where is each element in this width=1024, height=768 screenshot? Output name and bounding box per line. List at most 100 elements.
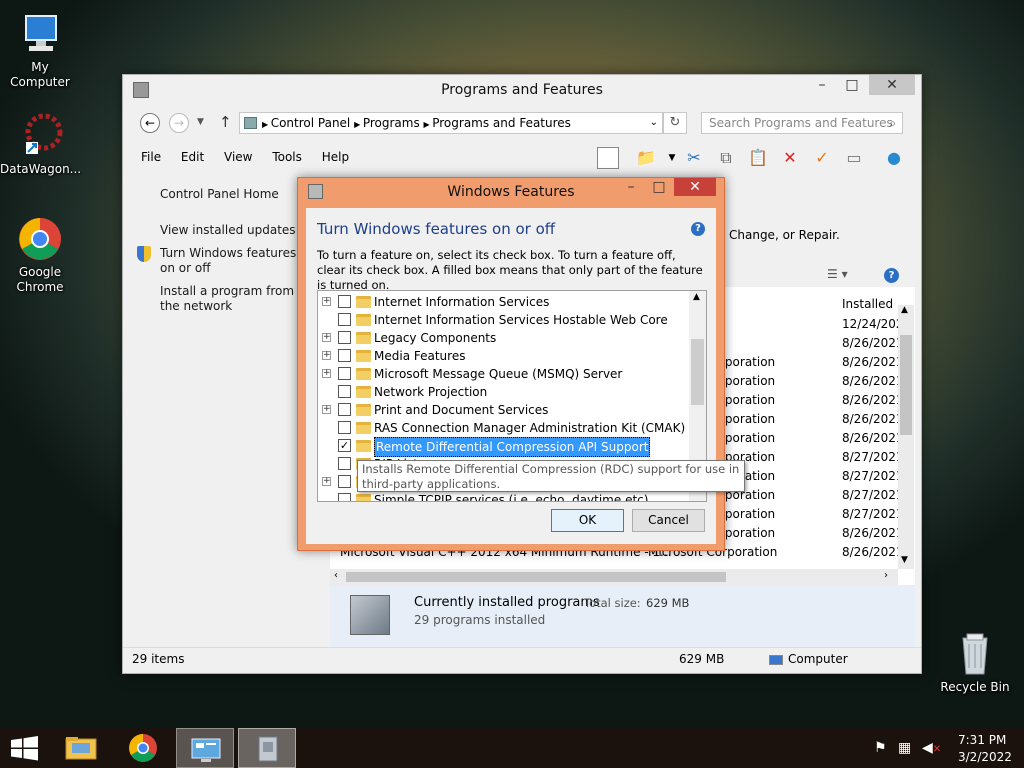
- desktop-icon-my-computer[interactable]: My Computer: [0, 10, 80, 90]
- action-center-flag-icon[interactable]: ⚑: [874, 740, 887, 756]
- dialog-minimize-button[interactable]: –: [616, 178, 646, 196]
- feature-item[interactable]: RAS Connection Manager Administration Ki…: [318, 419, 688, 437]
- feature-item[interactable]: + Microsoft Message Queue (MSMQ) Server: [318, 365, 688, 383]
- search-input[interactable]: Search Programs and Features: [709, 116, 893, 130]
- clock-time[interactable]: 7:31 PM: [958, 733, 1006, 747]
- desktop-icon-chrome[interactable]: Google Chrome: [0, 215, 80, 295]
- expand-icon[interactable]: +: [322, 351, 331, 360]
- dialog-maximize-button[interactable]: □: [644, 178, 674, 196]
- row-installed-date[interactable]: 8/27/2021: [842, 469, 904, 483]
- expand-icon[interactable]: +: [322, 297, 331, 306]
- menu-tools[interactable]: Tools: [272, 150, 302, 164]
- desktop-icon-recycle-bin[interactable]: Recycle Bin: [935, 630, 1015, 695]
- expand-icon[interactable]: +: [322, 369, 331, 378]
- volume-muted-icon[interactable]: ◀✕: [922, 740, 941, 756]
- scroll-right-arrow-icon[interactable]: ›: [884, 570, 888, 581]
- scroll-left-arrow-icon[interactable]: ‹: [334, 570, 338, 581]
- expand-icon[interactable]: +: [322, 477, 331, 486]
- row-installed-date[interactable]: 8/26/2021: [842, 336, 904, 350]
- feature-checkbox[interactable]: [338, 493, 351, 501]
- taskbar-file-explorer[interactable]: [52, 728, 110, 768]
- row-installed-date[interactable]: 8/26/2021: [842, 355, 904, 369]
- install-from-network-link[interactable]: Install a program from the network: [160, 284, 302, 314]
- row-installed-date[interactable]: 8/26/2021: [842, 545, 904, 559]
- close-button[interactable]: ✕: [869, 75, 915, 95]
- ok-button[interactable]: OK: [551, 509, 624, 532]
- vertical-scrollbar[interactable]: ▲ ▼: [898, 305, 914, 569]
- taskbar-chrome[interactable]: [114, 728, 172, 768]
- row-publisher[interactable]: rporation: [720, 526, 775, 540]
- forward-button[interactable]: →: [169, 113, 189, 133]
- menu-file[interactable]: File: [141, 150, 161, 164]
- row-publisher[interactable]: rporation: [720, 393, 775, 407]
- cut-icon[interactable]: ✂: [683, 147, 705, 169]
- network-icon[interactable]: ▦: [898, 740, 911, 756]
- up-button[interactable]: ↑: [219, 113, 232, 131]
- expand-icon[interactable]: +: [322, 333, 331, 342]
- row-installed-date[interactable]: 8/27/2021: [842, 507, 904, 521]
- row-installed-date[interactable]: 8/26/2021: [842, 526, 904, 540]
- feature-checkbox[interactable]: [338, 457, 351, 470]
- feature-item[interactable]: Simple TCPIP services (i.e. echo, daytim…: [318, 491, 688, 501]
- menu-view[interactable]: View: [224, 150, 252, 164]
- row-installed-date[interactable]: 8/26/2021: [842, 431, 904, 445]
- checkmark-icon[interactable]: ✓: [811, 147, 833, 169]
- delete-icon[interactable]: ✕: [779, 147, 801, 169]
- tree-scroll-up-icon[interactable]: ▲: [693, 292, 700, 302]
- row-installed-date[interactable]: 12/24/202: [842, 317, 904, 331]
- row-publisher[interactable]: rporation: [720, 355, 775, 369]
- menu-help[interactable]: Help: [322, 150, 349, 164]
- breadcrumb-control-panel[interactable]: Control Panel: [271, 116, 351, 130]
- view-options-icon[interactable]: ☰ ▾: [827, 267, 848, 281]
- feature-item[interactable]: + Print and Document Services: [318, 401, 688, 419]
- feature-checkbox[interactable]: ✓: [338, 439, 351, 452]
- scroll-thumb[interactable]: [900, 335, 912, 435]
- feature-item[interactable]: + Legacy Components: [318, 329, 688, 347]
- feature-item[interactable]: Internet Information Services Hostable W…: [318, 311, 688, 329]
- turn-windows-features-link[interactable]: Turn Windows features on or off: [160, 246, 300, 276]
- scroll-thumb[interactable]: [346, 572, 726, 582]
- address-dropdown-chevron-icon[interactable]: ⌄: [650, 113, 658, 133]
- feature-checkbox[interactable]: [338, 403, 351, 416]
- row-installed-date[interactable]: 8/26/2021: [842, 374, 904, 388]
- feature-item[interactable]: + Internet Information Services: [318, 293, 688, 311]
- feature-checkbox[interactable]: [338, 385, 351, 398]
- feature-checkbox[interactable]: [338, 421, 351, 434]
- clock-date[interactable]: 3/2/2022: [958, 750, 1012, 764]
- row-publisher[interactable]: rporation: [720, 507, 775, 521]
- address-bar[interactable]: ▶ Control Panel ▶ Programs ▶ Programs an…: [239, 112, 663, 134]
- tree-scroll-thumb[interactable]: [691, 339, 704, 405]
- row-installed-date[interactable]: 8/27/2021: [842, 488, 904, 502]
- view-installed-updates-link[interactable]: View installed updates: [160, 223, 296, 238]
- breadcrumb-programs[interactable]: Programs: [363, 116, 420, 130]
- row-installed-date[interactable]: 8/26/2021: [842, 412, 904, 426]
- row-publisher[interactable]: rporation: [720, 412, 775, 426]
- search-box[interactable]: Search Programs and Features ⌕: [701, 112, 903, 134]
- desktop-icon-datawagon[interactable]: DataWagon...: [0, 112, 81, 177]
- feature-item[interactable]: ✓ Remote Differential Compression API Sup…: [318, 437, 688, 457]
- dropdown-chevron-icon[interactable]: ▼: [661, 147, 683, 169]
- column-header-installed[interactable]: Installed: [842, 297, 893, 311]
- row-installed-date[interactable]: 8/26/2021: [842, 393, 904, 407]
- feature-checkbox[interactable]: [338, 313, 351, 326]
- feature-checkbox[interactable]: [338, 367, 351, 380]
- minimize-button[interactable]: –: [807, 75, 837, 95]
- feature-item[interactable]: + Media Features: [318, 347, 688, 365]
- help-icon[interactable]: ?: [884, 268, 899, 283]
- taskbar-windows-features[interactable]: [238, 728, 296, 768]
- control-panel-home-link[interactable]: Control Panel Home: [160, 187, 279, 202]
- scroll-down-arrow-icon[interactable]: ▼: [901, 555, 908, 565]
- back-button[interactable]: ←: [140, 113, 160, 133]
- feature-checkbox[interactable]: [338, 331, 351, 344]
- folder-options-icon[interactable]: 📁: [635, 147, 657, 169]
- layout-icon[interactable]: [597, 147, 619, 169]
- scroll-up-arrow-icon[interactable]: ▲: [901, 305, 908, 315]
- dialog-close-button[interactable]: ✕: [674, 178, 716, 196]
- expand-icon[interactable]: +: [322, 405, 331, 414]
- paste-icon[interactable]: 📋: [747, 147, 769, 169]
- feature-checkbox[interactable]: [338, 295, 351, 308]
- cancel-button[interactable]: Cancel: [632, 509, 705, 532]
- feature-checkbox[interactable]: [338, 475, 351, 488]
- dialog-help-icon[interactable]: ?: [691, 222, 705, 236]
- row-publisher[interactable]: rporation: [720, 374, 775, 388]
